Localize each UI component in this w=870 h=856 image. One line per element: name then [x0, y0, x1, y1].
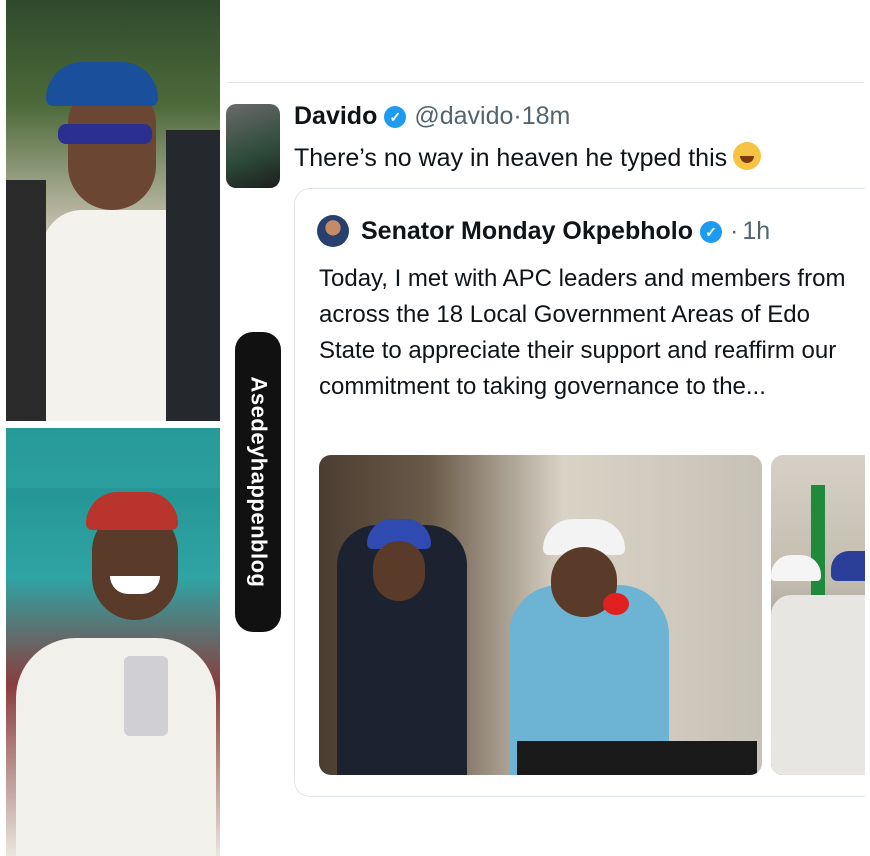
tweet-author-name[interactable]: Davido [294, 102, 377, 131]
left-top-photo [6, 0, 220, 421]
quoted-timestamp[interactable]: 1h [742, 217, 770, 246]
tweet-separator: · [513, 102, 522, 130]
tweet-timestamp[interactable]: 18m [522, 102, 571, 131]
tweet-header: Davido ✓ @davido · 18m [294, 102, 570, 131]
quoted-tweet-text: Today, I met with APC leaders and member… [319, 265, 846, 400]
quoted-image-main[interactable] [319, 455, 762, 775]
tweet-author-handle[interactable]: @davido [414, 102, 513, 131]
watermark-text: Asedeyhappenblog [246, 376, 272, 588]
verified-badge-icon: ✓ [699, 220, 722, 243]
quoted-tweet-header: Senator Monday Okpebholo ✓ · 1h [361, 217, 770, 246]
verified-badge-icon: ✓ [384, 105, 407, 128]
tweet-divider [228, 82, 864, 83]
watermark-label: Asedeyhappenblog [235, 332, 281, 632]
davido-avatar[interactable] [226, 104, 280, 188]
laughing-emoji-icon [733, 142, 762, 170]
okpebholo-avatar[interactable] [317, 215, 349, 247]
tweet-text-row: There’s no way in heaven he typed this [294, 142, 762, 173]
quoted-image-secondary[interactable] [771, 455, 865, 775]
tweet-text: There’s no way in heaven he typed this [294, 144, 728, 172]
quoted-author-name[interactable]: Senator Monday Okpebholo [361, 217, 693, 246]
quoted-tweet-card[interactable]: Senator Monday Okpebholo ✓ · 1h Today, I… [294, 188, 865, 797]
left-bottom-photo [6, 428, 220, 856]
quoted-separator: · [729, 217, 739, 245]
